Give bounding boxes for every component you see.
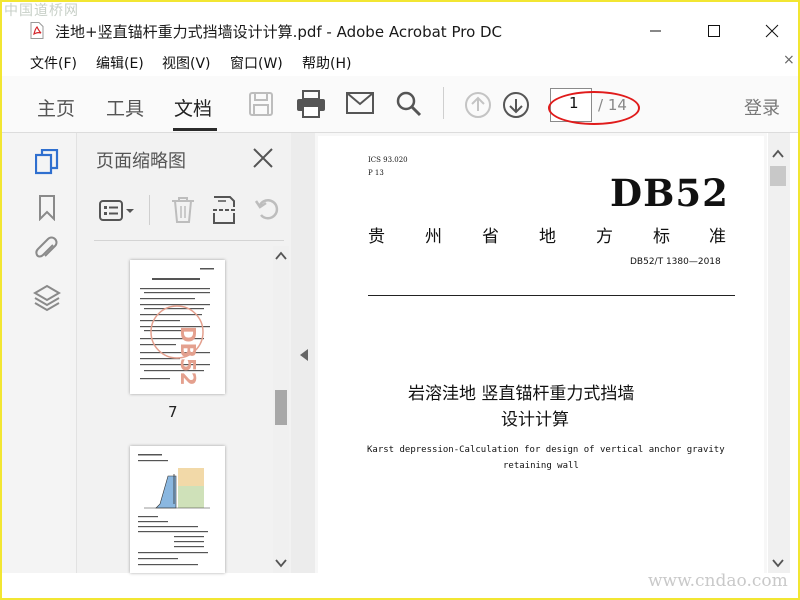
ics-code: ICS 93.020 <box>368 156 408 164</box>
undo-icon[interactable] <box>254 197 282 223</box>
thumbnails-panel-title: 页面缩略图 <box>96 151 186 172</box>
scroll-down-icon[interactable] <box>274 557 288 569</box>
province-char-1: 贵 <box>368 227 385 247</box>
province-char-6: 标 <box>653 227 670 247</box>
minimize-button[interactable] <box>632 14 678 48</box>
province-char-2: 州 <box>425 227 442 247</box>
menu-view[interactable]: 视图(V) <box>162 53 211 73</box>
province-char-3: 省 <box>482 227 499 247</box>
english-title-line2: retaining wall <box>503 461 579 471</box>
delete-icon[interactable] <box>170 196 196 224</box>
thumbnail-page-label: 7 <box>168 403 178 421</box>
province-char-7: 准 <box>709 227 726 247</box>
province-char-5: 方 <box>596 227 613 247</box>
login-button[interactable]: 登录 <box>744 94 780 120</box>
thumbnail-8-content <box>138 454 210 566</box>
window-title: 洼地+竖直锚杆重力式挡墙设计计算.pdf - Adobe Acrobat Pro… <box>55 23 503 41</box>
tab-home[interactable]: 主页 <box>37 94 75 121</box>
doc-scroll-down-icon[interactable] <box>771 557 785 569</box>
page-down-icon[interactable] <box>502 91 530 119</box>
bookmark-icon[interactable] <box>38 195 56 221</box>
p-code: P 13 <box>368 169 384 177</box>
search-icon[interactable] <box>396 91 422 117</box>
layers-icon[interactable] <box>33 284 61 312</box>
maximize-icon <box>708 25 720 37</box>
menu-window[interactable]: 窗口(W) <box>230 53 283 73</box>
print-icon[interactable] <box>296 90 326 118</box>
document-title-line1: 岩溶洼地 竖直锚杆重力式挡墙 <box>408 384 635 404</box>
maximize-button[interactable] <box>690 14 736 48</box>
close-panel-icon[interactable] <box>252 147 274 169</box>
document-scroll-thumb[interactable] <box>770 166 786 186</box>
mail-icon[interactable] <box>346 92 374 114</box>
extract-icon[interactable] <box>212 195 238 225</box>
header-rule <box>368 295 735 296</box>
standard-code: DB52 <box>610 171 729 215</box>
highlight-annotation <box>548 91 640 125</box>
save-icon[interactable] <box>248 91 274 117</box>
english-title-line1: Karst depression-Calculation for design … <box>367 445 725 455</box>
close-document-button[interactable]: × <box>783 52 795 68</box>
menu-file[interactable]: 文件(F) <box>30 53 77 73</box>
minimize-icon <box>650 30 661 32</box>
pdf-file-icon <box>30 22 44 39</box>
document-title-line2: 设计计算 <box>501 410 569 430</box>
collapse-left-icon[interactable] <box>298 348 310 362</box>
scroll-up-icon[interactable] <box>274 250 288 262</box>
svg-text:DB52: DB52 <box>176 326 200 386</box>
thumbnail-7-content: DB52 <box>140 268 214 386</box>
active-tab-indicator <box>173 128 217 131</box>
options-icon[interactable] <box>99 198 137 224</box>
tab-tools[interactable]: 工具 <box>106 94 144 121</box>
menu-help[interactable]: 帮助(H) <box>302 53 351 73</box>
toolbar-separator <box>443 87 444 119</box>
thumbnails-scroll-thumb[interactable] <box>275 390 287 425</box>
pages-icon[interactable] <box>35 149 61 175</box>
close-window-button[interactable] <box>748 14 794 48</box>
attachment-icon[interactable] <box>33 236 61 264</box>
province-char-4: 地 <box>539 227 556 247</box>
watermark-bottom: www.cndao.com <box>648 571 788 591</box>
menu-edit[interactable]: 编辑(E) <box>96 53 144 73</box>
document-scrollbar[interactable] <box>768 133 790 573</box>
panel-separator <box>149 195 150 225</box>
page-thumbnail-8[interactable] <box>130 446 225 573</box>
page-thumbnail-7[interactable]: DB52 <box>130 260 225 394</box>
watermark-top: 中国道桥网 <box>4 3 79 19</box>
standard-number: DB52/T 1380—2018 <box>630 257 721 267</box>
doc-scroll-up-icon[interactable] <box>771 148 785 160</box>
panel-divider <box>94 240 284 241</box>
page-up-icon[interactable] <box>464 91 492 119</box>
close-icon <box>765 24 779 38</box>
tab-document[interactable]: 文档 <box>174 94 212 121</box>
